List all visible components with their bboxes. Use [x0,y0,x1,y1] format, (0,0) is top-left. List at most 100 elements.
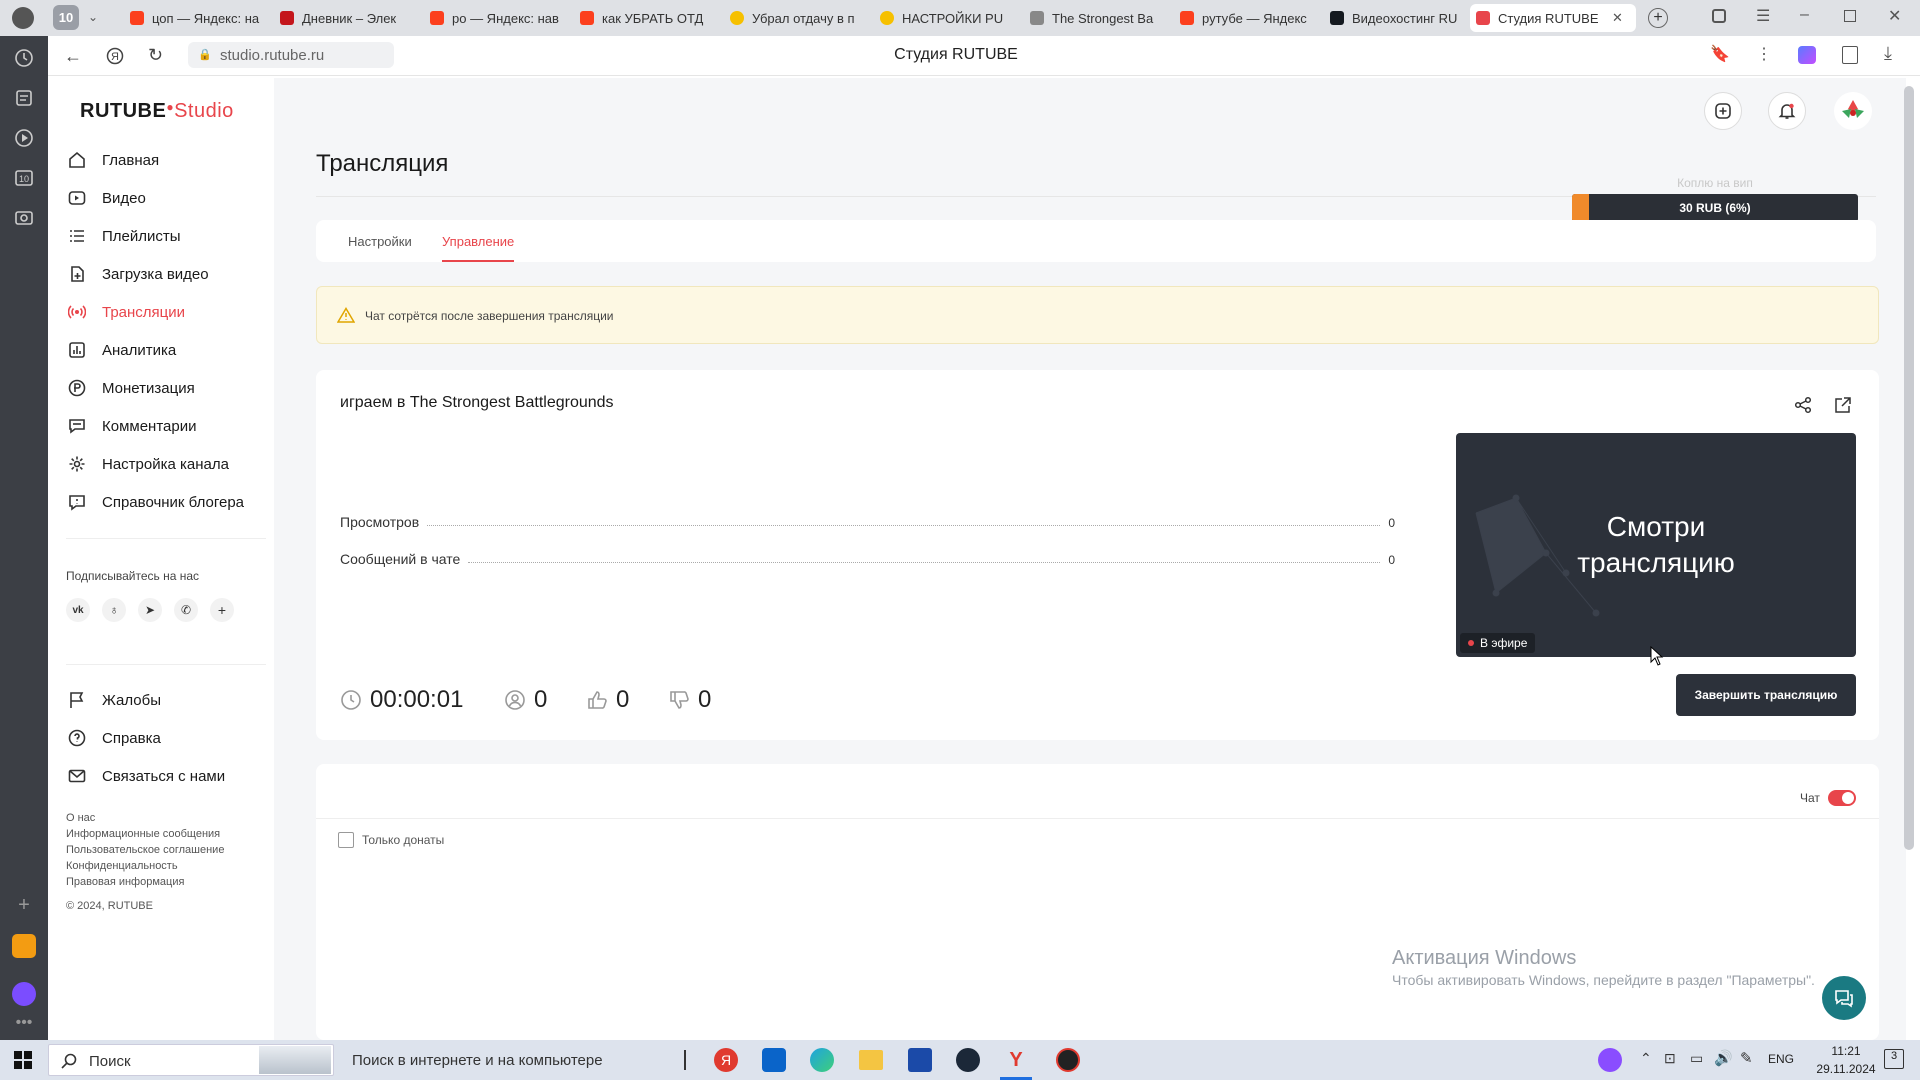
sidebar-item-upload[interactable]: Загрузка видео [68,262,209,286]
stream-preview[interactable]: Смотри трансляцию В эфире [1456,433,1856,657]
collections-icon[interactable] [1712,9,1726,23]
sidebar-item-monetization[interactable]: Монетизация [68,376,195,400]
windows-start-icon[interactable] [14,1051,32,1069]
tab-counter[interactable]: 10 [53,5,79,30]
sidebar-item-channel-settings[interactable]: Настройка канала [68,452,229,476]
browser-tab-active[interactable]: Студия RUTUBE ✕ [1470,4,1636,32]
history-icon[interactable] [14,48,34,68]
download-icon[interactable]: ⤓ [1884,43,1892,64]
web-search-hint[interactable]: Поиск в интернете и на компьютере [352,1052,603,1069]
task-view-icon[interactable] [684,1050,686,1070]
display-icon[interactable]: ▭ [1690,1050,1703,1067]
alice-tray-icon[interactable] [1598,1048,1622,1072]
telegram-icon[interactable]: ➤ [138,598,162,622]
browser-tab[interactable]: цоп — Яндекс: на [124,4,260,32]
more-icon[interactable]: ••• [14,1014,34,1034]
restore-icon[interactable] [1844,10,1856,22]
footer-link-privacy[interactable]: Конфиденциальность [66,860,178,872]
sidebar-item-video[interactable]: Видео [68,186,146,210]
browser-tab[interactable]: ро — Яндекс: нав [424,4,560,32]
browser-tab[interactable]: Убрал отдачу в п [724,4,860,32]
notes-icon[interactable] [14,88,34,108]
explorer-icon[interactable] [859,1050,883,1070]
alice-icon[interactable] [12,982,36,1006]
footer-link-terms[interactable]: Пользовательское соглашение [66,844,224,856]
edge-icon[interactable] [810,1048,834,1072]
volume-icon[interactable]: 🔊 [1714,1049,1733,1067]
tray-chevron-icon[interactable]: ⌃ [1640,1050,1652,1067]
browser-tab[interactable]: Видеохостинг RU [1324,4,1460,32]
sidebar-item-help[interactable]: Справка [68,726,161,750]
reader-icon[interactable] [1842,46,1858,64]
play-icon[interactable] [14,128,34,148]
only-donations-checkbox[interactable] [338,832,354,848]
tab-manage[interactable]: Управление [442,234,514,249]
close-window-icon[interactable]: ✕ [1888,6,1901,26]
browser-tab[interactable]: The Strongest Ba [1024,4,1160,32]
notifications-button[interactable] [1768,92,1806,130]
avatar[interactable] [1834,92,1872,130]
preview-text-1: Смотри [1606,511,1706,542]
steam-icon[interactable] [956,1048,980,1072]
vk-icon[interactable]: vk [66,598,90,622]
extension-icon[interactable] [1798,46,1816,64]
yandex-icon[interactable]: Y [1004,1048,1028,1072]
add-content-button[interactable] [1704,92,1742,130]
clock-date[interactable]: 29.11.2024 [1810,1062,1882,1076]
new-tab-icon[interactable]: + [1648,8,1668,28]
screenshot-icon[interactable] [14,208,34,228]
sidebar-item-comments[interactable]: Комментарии [68,414,196,438]
taskbar: Поиск Поиск в интернете и на компьютере … [0,1040,1920,1080]
tabs-count-icon[interactable]: 10 [14,168,34,188]
close-tab-icon[interactable]: ✕ [1612,10,1623,26]
footer-link-legal[interactable]: Правовая информация [66,876,184,888]
chevron-down-icon[interactable]: ⌄ [88,10,98,24]
add-panel-icon[interactable]: + [14,894,34,916]
network-icon[interactable]: ⊡ [1664,1050,1676,1067]
thumbs-down-icon [670,691,689,709]
sidebar-item-contact[interactable]: Связаться с нами [68,764,225,788]
viber-icon[interactable]: ✆ [174,598,198,622]
clock-time[interactable]: 11:21 [1818,1044,1874,1058]
dislikes-value: 0 [698,686,712,713]
browser-tab[interactable]: рутубе — Яндекс [1174,4,1310,32]
sidebar-item-broadcasts[interactable]: Трансляции [68,300,185,324]
support-chat-button[interactable] [1822,976,1866,1020]
sidebar-item-analytics[interactable]: Аналитика [68,338,176,362]
menu-icon[interactable]: ☰ [1756,6,1770,26]
sidebar-item-playlists[interactable]: Плейлисты [68,224,181,248]
outlook-icon[interactable] [762,1048,786,1072]
pen-icon[interactable]: ✎ [1740,1049,1753,1067]
chat-toggle[interactable] [1828,790,1856,806]
activation-watermark-text: Чтобы активировать Windows, перейдите в … [1392,972,1815,988]
footer-link-about[interactable]: О нас [66,812,95,824]
tab-settings[interactable]: Настройки [348,234,412,249]
profile-avatar-icon[interactable] [12,7,34,29]
footer-link-info[interactable]: Информационные сообщения [66,828,220,840]
studio-logo[interactable]: RUTUBE●Studio [80,100,234,123]
sidebar-item-blogger-guide[interactable]: Справочник блогера [68,490,244,514]
external-link-icon[interactable] [1834,396,1852,414]
browser-tab[interactable]: Дневник – Элек [274,4,410,32]
stat-value: 0 [1388,516,1395,530]
sidebar-item-home[interactable]: Главная [68,148,159,172]
yandex-browser-icon[interactable]: Я [714,1048,738,1072]
ok-icon[interactable]: ♁ [102,598,126,622]
mail-app-icon[interactable] [12,934,36,958]
notifications-center-icon[interactable]: 3 [1884,1049,1904,1069]
language-indicator[interactable]: ENG [1768,1052,1794,1066]
page-scrollbar[interactable] [1904,86,1914,850]
kebab-menu-icon[interactable]: ⋮ [1756,44,1772,64]
plus-icon[interactable]: + [210,598,234,622]
browser-tab[interactable]: как УБРАТЬ ОТД [574,4,710,32]
end-stream-button[interactable]: Завершить трансляцию [1676,674,1856,716]
store-icon[interactable] [908,1048,932,1072]
browser-tab[interactable]: НАСТРОЙКИ PU [874,4,1010,32]
stat-label: Просмотров [340,514,420,530]
bookmark-icon[interactable]: 🔖 [1710,44,1730,64]
sidebar-item-complaints[interactable]: Жалобы [68,688,161,712]
share-icon[interactable] [1794,396,1812,414]
minimize-icon[interactable]: – [1800,6,1809,24]
taskbar-search[interactable]: Поиск [48,1044,334,1076]
record-app-icon[interactable] [1056,1048,1080,1072]
